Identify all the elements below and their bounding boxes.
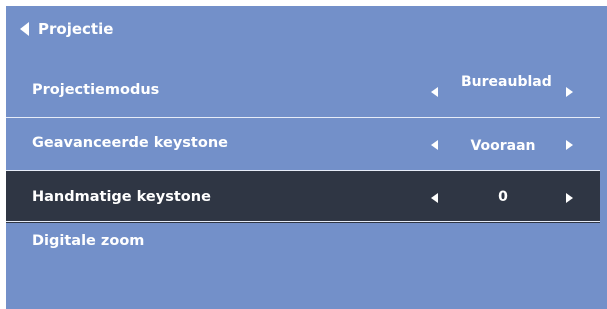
left-arrow-icon[interactable]: [431, 193, 438, 203]
menu-item-value: Bureaublad: [461, 74, 552, 90]
left-arrow-icon[interactable]: [431, 140, 438, 150]
projection-menu-panel: Projectie Projectiemodus Bureaublad Geav…: [6, 6, 607, 309]
menu-item-handmatige-keystone[interactable]: Handmatige keystone 0: [6, 171, 600, 223]
menu-item-label: Projectiemodus: [32, 82, 160, 98]
right-arrow-icon[interactable]: [566, 87, 573, 97]
menu-header[interactable]: Projectie: [6, 6, 607, 54]
menu-item-value: 0: [498, 189, 508, 205]
right-arrow-icon[interactable]: [566, 193, 573, 203]
right-arrow-icon[interactable]: [566, 140, 573, 150]
menu-item-projectiemodus[interactable]: Projectiemodus Bureaublad: [6, 64, 600, 116]
menu-item-label: Geavanceerde keystone: [32, 135, 228, 151]
menu-item-digitale-zoom[interactable]: Digitale zoom: [6, 222, 600, 274]
left-arrow-icon[interactable]: [431, 87, 438, 97]
menu-title: Projectie: [38, 20, 114, 38]
menu-item-value: Vooraan: [470, 138, 536, 154]
menu-item-label: Digitale zoom: [32, 233, 145, 249]
menu-item-label: Handmatige keystone: [32, 189, 211, 205]
back-arrow-icon[interactable]: [20, 22, 29, 36]
menu-item-geavanceerde-keystone[interactable]: Geavanceerde keystone Vooraan: [6, 118, 600, 170]
